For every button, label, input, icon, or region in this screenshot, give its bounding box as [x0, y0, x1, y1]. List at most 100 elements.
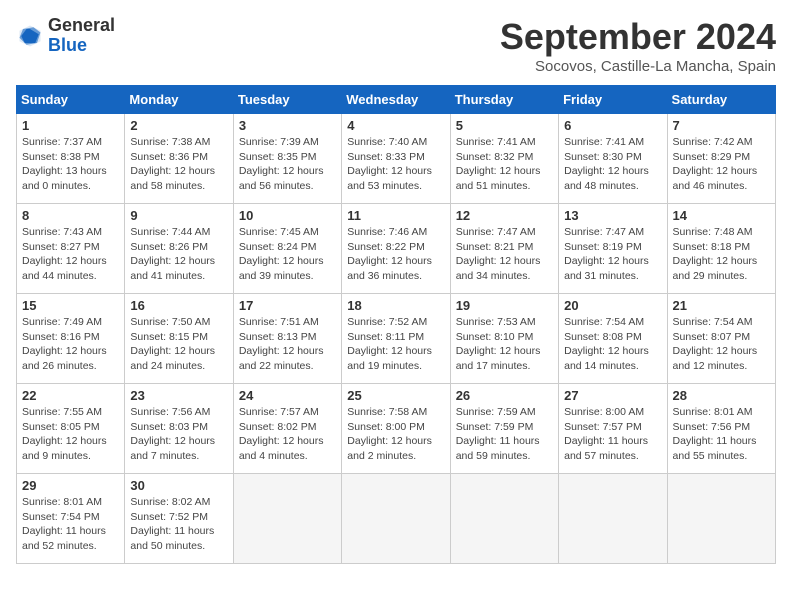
day-number: 13	[564, 208, 661, 223]
calendar-cell: 11 Sunrise: 7:46 AMSunset: 8:22 PMDayligh…	[342, 204, 450, 294]
day-number: 7	[673, 118, 770, 133]
col-tuesday: Tuesday	[233, 86, 341, 114]
logo-text: General Blue	[48, 16, 115, 56]
cell-info: Sunrise: 8:02 AMSunset: 7:52 PMDaylight:…	[130, 495, 227, 554]
day-number: 10	[239, 208, 336, 223]
day-number: 11	[347, 208, 444, 223]
calendar-cell: 2 Sunrise: 7:38 AMSunset: 8:36 PMDaylight…	[125, 114, 233, 204]
calendar-cell: 17 Sunrise: 7:51 AMSunset: 8:13 PMDayligh…	[233, 294, 341, 384]
calendar-cell: 25Sunrise: 7:58 AMSunset: 8:00 PMDayligh…	[342, 384, 450, 474]
day-number: 30	[130, 478, 227, 493]
cell-info: Sunrise: 7:37 AMSunset: 8:38 PMDaylight:…	[22, 135, 119, 194]
cell-info: Sunrise: 7:46 AMSunset: 8:22 PMDaylight:…	[347, 225, 444, 284]
calendar-cell: 12 Sunrise: 7:47 AMSunset: 8:21 PMDayligh…	[450, 204, 558, 294]
day-number: 8	[22, 208, 119, 223]
calendar-cell	[559, 474, 667, 564]
cell-info: Sunrise: 7:54 AMSunset: 8:07 PMDaylight:…	[673, 315, 770, 374]
cell-info: Sunrise: 8:01 AMSunset: 7:54 PMDaylight:…	[22, 495, 119, 554]
month-title: September 2024	[500, 16, 776, 58]
day-number: 29	[22, 478, 119, 493]
day-number: 23	[130, 388, 227, 403]
day-number: 26	[456, 388, 553, 403]
day-number: 20	[564, 298, 661, 313]
calendar-cell: 22 Sunrise: 7:55 AMSunset: 8:05 PMDayligh…	[17, 384, 125, 474]
cell-info: Sunrise: 7:54 AMSunset: 8:08 PMDaylight:…	[564, 315, 661, 374]
col-wednesday: Wednesday	[342, 86, 450, 114]
calendar-cell: 23 Sunrise: 7:56 AMSunset: 8:03 PMDayligh…	[125, 384, 233, 474]
day-number: 3	[239, 118, 336, 133]
day-number: 24	[239, 388, 336, 403]
cell-info: Sunrise: 7:53 AMSunset: 8:10 PMDaylight:…	[456, 315, 553, 374]
day-number: 17	[239, 298, 336, 313]
day-number: 21	[673, 298, 770, 313]
cell-info: Sunrise: 7:44 AMSunset: 8:26 PMDaylight:…	[130, 225, 227, 284]
calendar-cell: 16 Sunrise: 7:50 AMSunset: 8:15 PMDayligh…	[125, 294, 233, 384]
calendar-cell: 3 Sunrise: 7:39 AMSunset: 8:35 PMDaylight…	[233, 114, 341, 204]
calendar-cell	[667, 474, 775, 564]
day-number: 27	[564, 388, 661, 403]
title-block: September 2024 Socovos, Castille-La Manc…	[500, 16, 776, 75]
day-number: 19	[456, 298, 553, 313]
calendar-cell: 13 Sunrise: 7:47 AMSunset: 8:19 PMDayligh…	[559, 204, 667, 294]
calendar-cell: 28 Sunrise: 8:01 AMSunset: 7:56 PMDayligh…	[667, 384, 775, 474]
cell-info: Sunrise: 8:01 AMSunset: 7:56 PMDaylight:…	[673, 405, 770, 464]
day-number: 9	[130, 208, 227, 223]
calendar-table: Sunday Monday Tuesday Wednesday Thursday…	[16, 85, 776, 564]
cell-info: Sunrise: 7:55 AMSunset: 8:05 PMDaylight:…	[22, 405, 119, 464]
calendar-cell: 18Sunrise: 7:52 AMSunset: 8:11 PMDayligh…	[342, 294, 450, 384]
col-thursday: Thursday	[450, 86, 558, 114]
day-number: 2	[130, 118, 227, 133]
cell-info: Sunrise: 7:43 AMSunset: 8:27 PMDaylight:…	[22, 225, 119, 284]
cell-info: Sunrise: 7:38 AMSunset: 8:36 PMDaylight:…	[130, 135, 227, 194]
day-number: 28	[673, 388, 770, 403]
calendar-cell: 24 Sunrise: 7:57 AMSunset: 8:02 PMDayligh…	[233, 384, 341, 474]
cell-info: Sunrise: 7:42 AMSunset: 8:29 PMDaylight:…	[673, 135, 770, 194]
day-number: 18	[347, 298, 444, 313]
calendar-cell: 7 Sunrise: 7:42 AMSunset: 8:29 PMDaylight…	[667, 114, 775, 204]
calendar-cell: 30 Sunrise: 8:02 AMSunset: 7:52 PMDayligh…	[125, 474, 233, 564]
day-number: 14	[673, 208, 770, 223]
calendar-cell: 21 Sunrise: 7:54 AMSunset: 8:07 PMDayligh…	[667, 294, 775, 384]
col-sunday: Sunday	[17, 86, 125, 114]
cell-info: Sunrise: 7:41 AMSunset: 8:32 PMDaylight:…	[456, 135, 553, 194]
day-number: 6	[564, 118, 661, 133]
calendar-cell: 19 Sunrise: 7:53 AMSunset: 8:10 PMDayligh…	[450, 294, 558, 384]
day-number: 5	[456, 118, 553, 133]
calendar-cell: 14 Sunrise: 7:48 AMSunset: 8:18 PMDayligh…	[667, 204, 775, 294]
calendar-cell: 4 Sunrise: 7:40 AMSunset: 8:33 PMDaylight…	[342, 114, 450, 204]
calendar-cell: 10 Sunrise: 7:45 AMSunset: 8:24 PMDayligh…	[233, 204, 341, 294]
cell-info: Sunrise: 7:58 AMSunset: 8:00 PMDaylight:…	[347, 405, 444, 464]
day-number: 22	[22, 388, 119, 403]
cell-info: Sunrise: 7:41 AMSunset: 8:30 PMDaylight:…	[564, 135, 661, 194]
day-number: 1	[22, 118, 119, 133]
header-row: Sunday Monday Tuesday Wednesday Thursday…	[17, 86, 776, 114]
calendar-cell: 27 Sunrise: 8:00 AMSunset: 7:57 PMDayligh…	[559, 384, 667, 474]
calendar-cell: 9 Sunrise: 7:44 AMSunset: 8:26 PMDaylight…	[125, 204, 233, 294]
day-number: 12	[456, 208, 553, 223]
logo-general: General	[48, 15, 115, 35]
day-number: 4	[347, 118, 444, 133]
page-header: General Blue September 2024 Socovos, Cas…	[16, 16, 776, 75]
cell-info: Sunrise: 7:50 AMSunset: 8:15 PMDaylight:…	[130, 315, 227, 374]
cell-info: Sunrise: 7:45 AMSunset: 8:24 PMDaylight:…	[239, 225, 336, 284]
calendar-week-row: 8 Sunrise: 7:43 AMSunset: 8:27 PMDaylight…	[17, 204, 776, 294]
cell-info: Sunrise: 7:47 AMSunset: 8:21 PMDaylight:…	[456, 225, 553, 284]
calendar-cell: 1 Sunrise: 7:37 AMSunset: 8:38 PMDaylight…	[17, 114, 125, 204]
cell-info: Sunrise: 7:59 AMSunset: 7:59 PMDaylight:…	[456, 405, 553, 464]
cell-info: Sunrise: 7:56 AMSunset: 8:03 PMDaylight:…	[130, 405, 227, 464]
calendar-cell: 26 Sunrise: 7:59 AMSunset: 7:59 PMDayligh…	[450, 384, 558, 474]
calendar-cell: 15Sunrise: 7:49 AMSunset: 8:16 PMDayligh…	[17, 294, 125, 384]
day-number: 16	[130, 298, 227, 313]
logo-icon	[16, 22, 44, 50]
cell-info: Sunrise: 7:57 AMSunset: 8:02 PMDaylight:…	[239, 405, 336, 464]
col-friday: Friday	[559, 86, 667, 114]
calendar-cell	[342, 474, 450, 564]
cell-info: Sunrise: 7:47 AMSunset: 8:19 PMDaylight:…	[564, 225, 661, 284]
cell-info: Sunrise: 7:48 AMSunset: 8:18 PMDaylight:…	[673, 225, 770, 284]
cell-info: Sunrise: 7:51 AMSunset: 8:13 PMDaylight:…	[239, 315, 336, 374]
calendar-cell: 5 Sunrise: 7:41 AMSunset: 8:32 PMDaylight…	[450, 114, 558, 204]
cell-info: Sunrise: 7:40 AMSunset: 8:33 PMDaylight:…	[347, 135, 444, 194]
cell-info: Sunrise: 8:00 AMSunset: 7:57 PMDaylight:…	[564, 405, 661, 464]
calendar-cell	[233, 474, 341, 564]
cell-info: Sunrise: 7:39 AMSunset: 8:35 PMDaylight:…	[239, 135, 336, 194]
